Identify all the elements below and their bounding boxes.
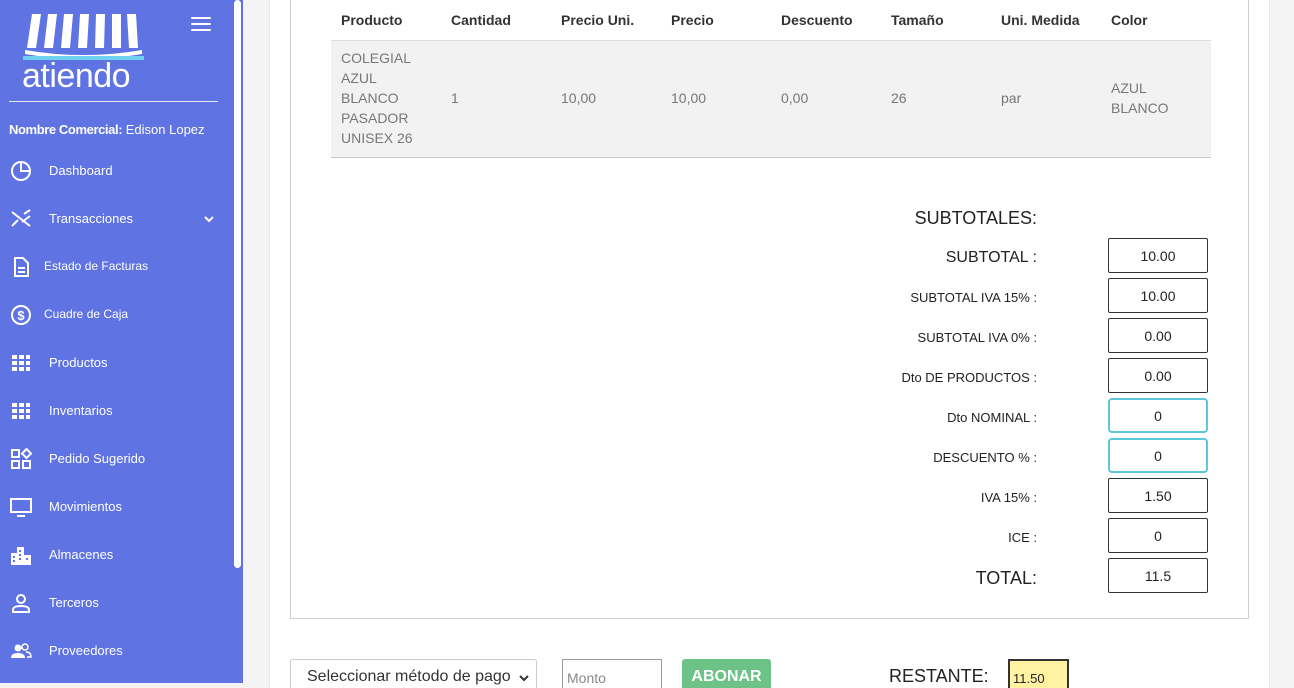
sidebar-item-inventarios[interactable]: Inventarios [0, 391, 232, 431]
cell-color: AZUL BLANCO [1111, 80, 1169, 116]
descuento-pct-label: DESCUENTO % : [933, 450, 1037, 465]
ice-field[interactable]: 0 [1108, 518, 1208, 553]
people-icon [10, 640, 32, 662]
buildings-icon [10, 544, 32, 566]
cell-cantidad: 1 [451, 90, 459, 106]
sidebar-item-estado-facturas[interactable]: Estado de Facturas [0, 247, 232, 287]
hamburger-menu-icon[interactable] [191, 17, 211, 33]
subtotals-title: SUBTOTALES: [914, 208, 1037, 228]
dto-nominal-input[interactable]: 0 [1108, 398, 1208, 433]
sidebar-item-proveedores[interactable]: Proveedores [0, 631, 232, 671]
payment-method-select[interactable]: Seleccionar método de pago [290, 659, 537, 688]
col-header-cantidad: Cantidad [451, 12, 511, 28]
subtotal-iva15-label: SUBTOTAL IVA 15% : [910, 290, 1037, 305]
pie-chart-icon [10, 160, 32, 182]
sidebar-item-movimientos[interactable]: Movimientos [0, 487, 232, 527]
monto-input[interactable]: Monto [562, 659, 662, 688]
col-header-tamano: Tamaño [891, 12, 944, 28]
iva-label: IVA 15% : [980, 490, 1037, 505]
col-header-precio: Precio [671, 12, 714, 28]
dto-nominal-label: Dto NOMINAL : [947, 410, 1037, 425]
cell-descuento: 0,00 [781, 90, 809, 106]
subtotal-label: SUBTOTAL : [945, 249, 1037, 266]
sidebar-item-transacciones[interactable]: Transacciones [0, 199, 232, 239]
cell-precio: 10,00 [671, 90, 707, 106]
sidebar-scrollbar[interactable] [234, 0, 241, 568]
chevron-down-icon [518, 670, 530, 688]
sidebar-divider [9, 101, 218, 102]
sidebar-item-almacenes[interactable]: Almacenes [0, 535, 232, 575]
atiendo-logo: atiendo [22, 14, 144, 90]
svg-text:$: $ [17, 308, 25, 323]
svg-text:atiendo: atiendo [22, 57, 130, 90]
sidebar-item-productos[interactable]: Productos [0, 343, 232, 383]
table-row[interactable] [331, 41, 1211, 158]
cell-uni-medida: par [1001, 90, 1022, 106]
col-header-descuento: Descuento [781, 12, 853, 28]
dto-productos-label: Dto DE PRODUCTOS : [901, 370, 1037, 385]
restante-label: RESTANTE: [889, 666, 989, 686]
chevron-down-icon [203, 211, 215, 229]
col-header-uni-medida: Uni. Medida [1001, 12, 1080, 28]
abonar-button[interactable]: ABONAR [682, 659, 771, 688]
iva-field[interactable]: 1.50 [1108, 478, 1208, 513]
dto-productos-field[interactable]: 0.00 [1108, 358, 1208, 393]
dollar-circle-icon: $ [10, 304, 32, 326]
subtotal-iva0-label: SUBTOTAL IVA 0% : [917, 330, 1037, 345]
col-header-precio-uni: Precio Uni. [561, 12, 635, 28]
col-header-color: Color [1111, 12, 1148, 28]
cell-producto: COLEGIAL AZUL BLANCO PASADOR UNISEX 26 [341, 50, 413, 146]
descuento-pct-input[interactable]: 0 [1108, 438, 1208, 473]
widgets-icon [10, 448, 32, 470]
transactions-icon [10, 208, 32, 230]
ice-label: ICE : [1008, 530, 1037, 545]
monitor-icon [10, 496, 32, 518]
sidebar-item-terceros[interactable]: Terceros [0, 583, 232, 623]
grid-icon [10, 400, 32, 422]
merchant-name: Nombre Comercial: Edison Lopez [9, 122, 205, 137]
document-icon [10, 256, 32, 278]
grid-icon [10, 352, 32, 374]
subtotal-field[interactable]: 10.00 [1108, 238, 1208, 273]
sidebar-item-dashboard[interactable]: Dashboard [0, 151, 232, 191]
cell-tamano: 26 [891, 90, 907, 106]
subtotal-iva0-field[interactable]: 0.00 [1108, 318, 1208, 353]
restante-field: 11.50 [1008, 659, 1069, 688]
sidebar: atiendo Nombre Comercial: Edison Lopez D… [0, 0, 243, 683]
sidebar-item-pedido-sugerido[interactable]: Pedido Sugerido [0, 439, 232, 479]
col-header-producto: Producto [341, 12, 403, 28]
total-field[interactable]: 11.5 [1108, 558, 1208, 593]
sidebar-item-cuadre-caja[interactable]: $ Cuadre de Caja [0, 295, 232, 335]
total-label: TOTAL: [975, 568, 1037, 588]
subtotal-iva15-field[interactable]: 10.00 [1108, 278, 1208, 313]
person-icon [10, 592, 32, 614]
cell-precio-uni: 10,00 [561, 90, 597, 106]
